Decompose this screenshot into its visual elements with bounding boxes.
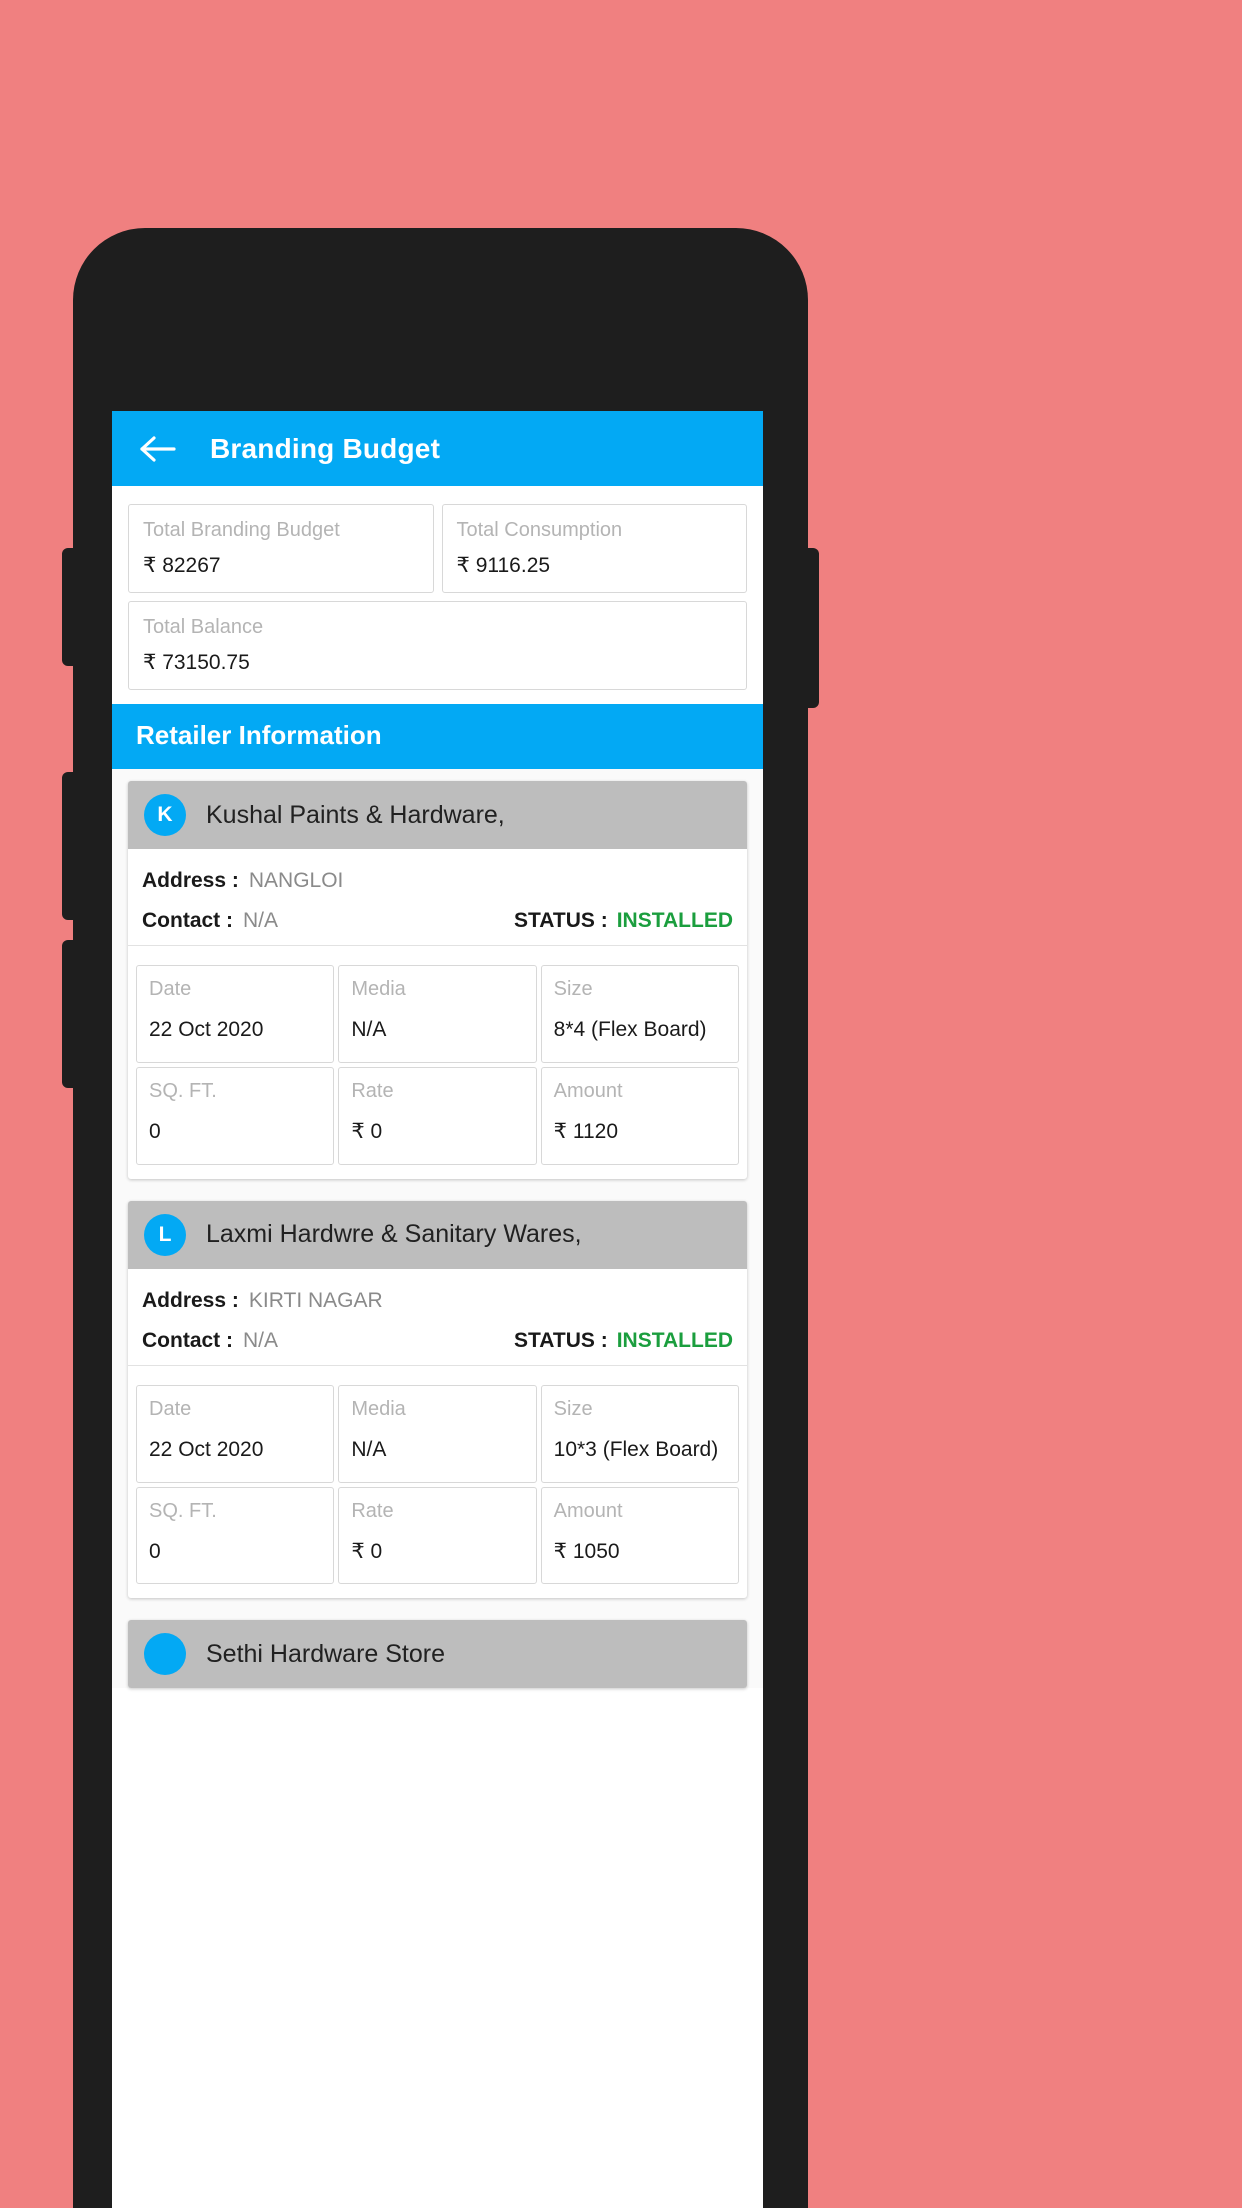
sqft-cell: SQ. FT. 0: [136, 1066, 335, 1165]
total-consumption-label: Total Consumption: [456, 519, 623, 541]
amount-label: Amount: [553, 1499, 623, 1522]
detail-grid: Date 22 Oct 2020 Media N/A Size 10*3 (Fl…: [128, 1372, 747, 1599]
retailer-name: Sethi Hardware Store: [206, 1639, 446, 1668]
status-label: STATUS :: [514, 1328, 608, 1352]
card-divider: [128, 1364, 747, 1366]
size-label: Size: [553, 978, 593, 1000]
retailer-name: Laxmi Hardwre & Sanitary Wares,: [206, 1220, 582, 1249]
status-badge: STATUS : INSTALLED: [514, 1329, 733, 1353]
status-value: INSTALLED: [616, 909, 733, 932]
rate-cell: Rate ₹ 0: [338, 1486, 537, 1585]
detail-row: SQ. FT. 0 Rate ₹ 0 Amount ₹ 1050: [136, 1486, 739, 1585]
retailer-card[interactable]: Sethi Hardware Store: [128, 1620, 747, 1689]
address-value: KIRTI NAGAR: [248, 1288, 383, 1312]
contact-label: Contact :: [142, 1328, 233, 1352]
status-label: STATUS :: [514, 909, 608, 932]
media-value: N/A: [351, 1018, 387, 1041]
rate-value: ₹ 0: [351, 1119, 383, 1143]
total-consumption-value: ₹ 9116.25: [456, 554, 551, 577]
avatar: K: [144, 794, 186, 836]
date-cell: Date 22 Oct 2020: [136, 1384, 335, 1483]
date-cell: Date 22 Oct 2020: [136, 965, 335, 1063]
status-badge: STATUS : INSTALLED: [514, 909, 733, 933]
avatar: [144, 1633, 186, 1676]
retailer-card-body: Address : KIRTI NAGAR Contact : N/A STAT…: [128, 1269, 747, 1372]
total-branding-budget-card: Total Branding Budget ₹ 82267: [128, 504, 434, 593]
date-label: Date: [149, 1397, 192, 1420]
size-cell: Size 10*3 (Flex Board): [540, 1384, 739, 1483]
retailer-card-body: Address : NANGLOI Contact : N/A STATUS :…: [128, 849, 747, 952]
media-cell: Media N/A: [338, 965, 537, 1063]
detail-row: Date 22 Oct 2020 Media N/A Size 10*3 (Fl…: [136, 1384, 739, 1483]
retailer-card-header[interactable]: L Laxmi Hardwre & Sanitary Wares,: [128, 1200, 747, 1269]
retailer-list: K Kushal Paints & Hardware, Address : NA…: [112, 769, 763, 1689]
sqft-label: SQ. FT.: [149, 1079, 217, 1102]
detail-grid: Date 22 Oct 2020 Media N/A Size 8*4 (Fle…: [128, 952, 747, 1179]
amount-cell: Amount ₹ 1120: [540, 1066, 739, 1165]
address-row: Address : NANGLOI: [142, 863, 733, 903]
retailer-card-header[interactable]: Sethi Hardware Store: [128, 1620, 747, 1689]
retailer-information-header: Retailer Information: [112, 704, 763, 769]
sqft-value: 0: [149, 1539, 161, 1563]
status-value: INSTALLED: [616, 1328, 733, 1352]
total-balance-value: ₹ 73150.75: [143, 651, 250, 674]
size-value: 8*4 (Flex Board): [553, 1018, 707, 1041]
media-value: N/A: [351, 1437, 387, 1461]
address-value: NANGLOI: [248, 869, 344, 892]
address-label: Address :: [142, 1288, 239, 1312]
contact-label: Contact :: [142, 909, 233, 932]
total-branding-budget-label: Total Branding Budget: [143, 519, 340, 541]
card-divider: [128, 945, 747, 946]
avatar: L: [144, 1213, 186, 1256]
amount-cell: Amount ₹ 1050: [540, 1486, 739, 1585]
date-label: Date: [149, 978, 192, 1000]
amount-value: ₹ 1120: [553, 1119, 619, 1143]
media-cell: Media N/A: [338, 1384, 537, 1483]
address-label: Address :: [142, 869, 239, 892]
total-balance-card: Total Balance ₹ 73150.75: [128, 601, 747, 690]
rate-label: Rate: [351, 1499, 394, 1522]
total-consumption-card: Total Consumption ₹ 9116.25: [441, 504, 747, 593]
media-label: Media: [351, 978, 406, 1000]
back-arrow-icon[interactable]: [138, 429, 178, 469]
size-cell: Size 8*4 (Flex Board): [540, 965, 739, 1063]
detail-row: Date 22 Oct 2020 Media N/A Size 8*4 (Fle…: [136, 965, 739, 1063]
contact-status-row: Contact : N/A STATUS : INSTALLED: [142, 1323, 733, 1363]
power-button[interactable]: [807, 548, 819, 708]
retailer-name: Kushal Paints & Hardware,: [206, 800, 505, 829]
volume-down-button[interactable]: [62, 772, 74, 920]
retailer-card-header[interactable]: K Kushal Paints & Hardware,: [128, 781, 747, 849]
sqft-label: SQ. FT.: [149, 1499, 217, 1522]
summary-row-bottom: Total Balance ₹ 73150.75: [128, 601, 747, 690]
budget-summary: Total Branding Budget ₹ 82267 Total Cons…: [112, 486, 763, 704]
contact-status-row: Contact : N/A STATUS : INSTALLED: [142, 903, 733, 943]
contact-value: N/A: [243, 1328, 279, 1352]
date-value: 22 Oct 2020: [149, 1437, 264, 1461]
amount-value: ₹ 1050: [553, 1539, 620, 1563]
page-title: Branding Budget: [210, 432, 441, 464]
contact-value: N/A: [243, 909, 279, 932]
sqft-cell: SQ. FT. 0: [136, 1486, 335, 1585]
total-branding-budget-value: ₹ 82267: [143, 554, 221, 577]
size-label: Size: [553, 1397, 593, 1420]
address-row: Address : KIRTI NAGAR: [142, 1283, 733, 1323]
volume-up-button[interactable]: [62, 548, 74, 666]
extra-side-button[interactable]: [62, 940, 74, 1088]
summary-row-top: Total Branding Budget ₹ 82267 Total Cons…: [128, 504, 747, 593]
app-screen: Branding Budget Total Branding Budget ₹ …: [112, 411, 763, 2208]
date-value: 22 Oct 2020: [149, 1018, 264, 1041]
size-value: 10*3 (Flex Board): [553, 1437, 719, 1461]
retailer-card[interactable]: L Laxmi Hardwre & Sanitary Wares, Addres…: [128, 1200, 747, 1599]
rate-label: Rate: [351, 1079, 394, 1102]
amount-label: Amount: [553, 1079, 623, 1102]
total-balance-label: Total Balance: [143, 616, 264, 638]
retailer-card[interactable]: K Kushal Paints & Hardware, Address : NA…: [128, 781, 747, 1179]
detail-row: SQ. FT. 0 Rate ₹ 0 Amount ₹ 1120: [136, 1066, 739, 1165]
media-label: Media: [351, 1397, 406, 1420]
rate-cell: Rate ₹ 0: [338, 1066, 537, 1165]
app-bar: Branding Budget: [112, 411, 763, 486]
rate-value: ₹ 0: [351, 1539, 383, 1563]
sqft-value: 0: [149, 1119, 161, 1143]
